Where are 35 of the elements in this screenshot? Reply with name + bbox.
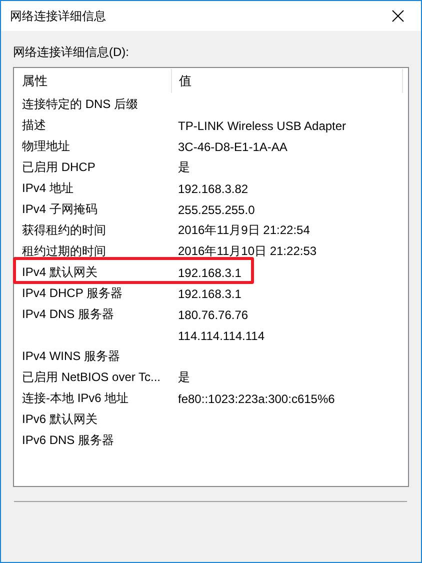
close-icon	[392, 10, 404, 22]
property-cell-text: 已启用 NetBIOS over Tc...	[21, 369, 162, 386]
window-title: 网络连接详细信息	[10, 8, 106, 24]
column-header[interactable]: 值	[172, 69, 403, 93]
property-cell-text: IPv4 默认网关	[21, 264, 98, 281]
property-cell-text: IPv4 地址	[21, 180, 74, 197]
value-cell-text: 是	[177, 369, 191, 386]
value-cell-text: 192.168.3.1	[177, 286, 242, 300]
value-cell-text: 是	[177, 159, 191, 176]
value-cell-text: fe80::1023:223a:300:c615%6	[177, 392, 336, 406]
property-cell-text: 物理地址	[21, 138, 71, 155]
value-cell-text: 192.168.3.1	[177, 266, 242, 280]
property-cell-text: IPv4 WINS 服务器	[21, 348, 122, 365]
property-cell-text: IPv6 默认网关	[21, 411, 98, 428]
value-cell-text: 3C-46-D8-E1-1A-AA	[177, 140, 288, 154]
property-cell-text: IPv4 DHCP 服务器	[21, 285, 124, 302]
value-cell-text: 2016年11月9日 21:22:54	[177, 222, 311, 239]
property-cell-text: 描述	[21, 117, 47, 134]
property-cell-text: IPv4 DNS 服务器	[21, 306, 116, 323]
property-cell-text: 租约过期的时间	[21, 243, 107, 260]
details-list[interactable]	[13, 67, 409, 487]
property-cell-text: IPv6 DNS 服务器	[21, 432, 116, 449]
value-cell-text: 180.76.76.76	[177, 308, 250, 322]
property-cell-text: IPv4 子网掩码	[21, 201, 98, 218]
property-cell-text: 连接特定的 DNS 后缀	[21, 96, 140, 113]
value-cell-text: 114.114.114.114	[177, 328, 266, 342]
property-cell-text: 已启用 DHCP	[21, 159, 96, 176]
value-cell-text: TP-LINK Wireless USB Adapter	[177, 118, 348, 132]
value-cell-text: 2016年11月10日 21:22:53	[177, 243, 318, 260]
value-cell-text: 255.255.255.0	[177, 202, 256, 216]
list-label: 网络连接详细信息(D):	[13, 44, 129, 61]
property-cell-text: 获得租约的时间	[21, 222, 107, 239]
value-cell-text: 192.168.3.82	[177, 182, 250, 196]
column-header[interactable]: 属性	[15, 69, 172, 93]
property-cell-text: 连接-本地 IPv6 地址	[21, 390, 130, 407]
